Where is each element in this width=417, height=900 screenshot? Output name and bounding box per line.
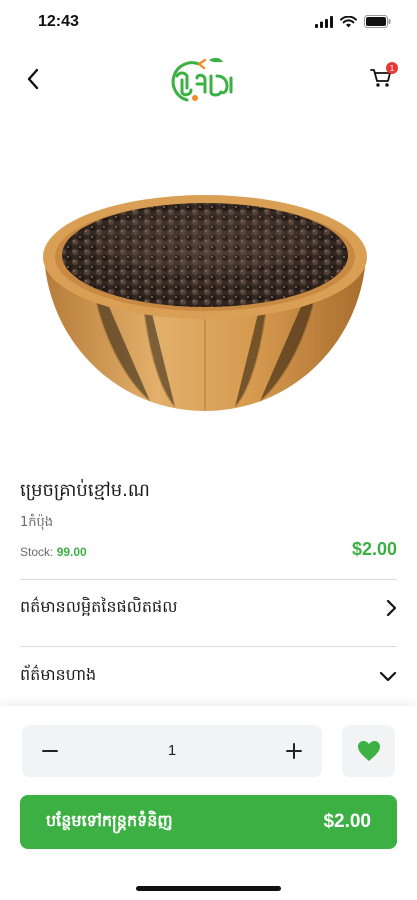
home-indicator <box>136 886 281 891</box>
add-to-cart-price: $2.00 <box>323 811 371 832</box>
cart-panel: 1 បន្ថែមទៅកន្ត្រកទំនិញ $2.00 <box>0 706 417 900</box>
section-title-store: ព័ត៌មានហាង <box>20 665 97 684</box>
product-name: ម្រេចគ្រាប់ខ្មៅម.ណ <box>20 480 150 501</box>
nav-bar: 1 <box>0 50 417 110</box>
chevron-right-icon <box>386 599 397 617</box>
app-logo <box>171 57 233 102</box>
chevron-down-icon <box>379 671 397 682</box>
stock-label: Stock: <box>20 545 54 559</box>
battery-icon <box>364 15 391 28</box>
section-title-details: ពត៌មានលម្អិតនៃផលិតផល <box>20 597 178 616</box>
status-icons <box>315 15 391 28</box>
add-to-cart-label: បន្ថែមទៅកន្ត្រកទំនិញ <box>46 811 173 830</box>
divider <box>20 646 397 647</box>
add-to-cart-button[interactable]: បន្ថែមទៅកន្ត្រកទំនិញ $2.00 <box>20 795 397 849</box>
cart-button[interactable]: 1 <box>369 62 398 92</box>
increase-quantity-button[interactable] <box>276 733 312 769</box>
minus-icon <box>42 750 58 752</box>
favorite-button[interactable] <box>342 725 395 777</box>
product-image <box>43 195 367 411</box>
stock-line: Stock: 99.00 <box>20 545 87 559</box>
plus-icon <box>286 743 302 759</box>
status-time: 12:43 <box>38 13 79 30</box>
signal-icon <box>315 15 333 28</box>
status-bar: 12:43 <box>0 0 417 44</box>
store-info-row[interactable]: ព័ត៌មានហាង <box>20 648 397 704</box>
stock-value: 99.00 <box>56 545 87 559</box>
product-unit: 1កំប៉ុង <box>20 515 54 530</box>
quantity-stepper: 1 <box>22 725 322 777</box>
heart-icon <box>357 741 380 761</box>
decrease-quantity-button[interactable] <box>32 733 68 769</box>
cart-badge: 1 <box>386 62 398 74</box>
back-button[interactable] <box>18 64 48 94</box>
wifi-icon <box>340 15 357 27</box>
chevron-left-icon <box>27 68 39 90</box>
product-price: $2.00 <box>351 539 397 559</box>
product-details-row[interactable]: ពត៌មានលម្អិតនៃផលិតផល <box>20 580 397 636</box>
